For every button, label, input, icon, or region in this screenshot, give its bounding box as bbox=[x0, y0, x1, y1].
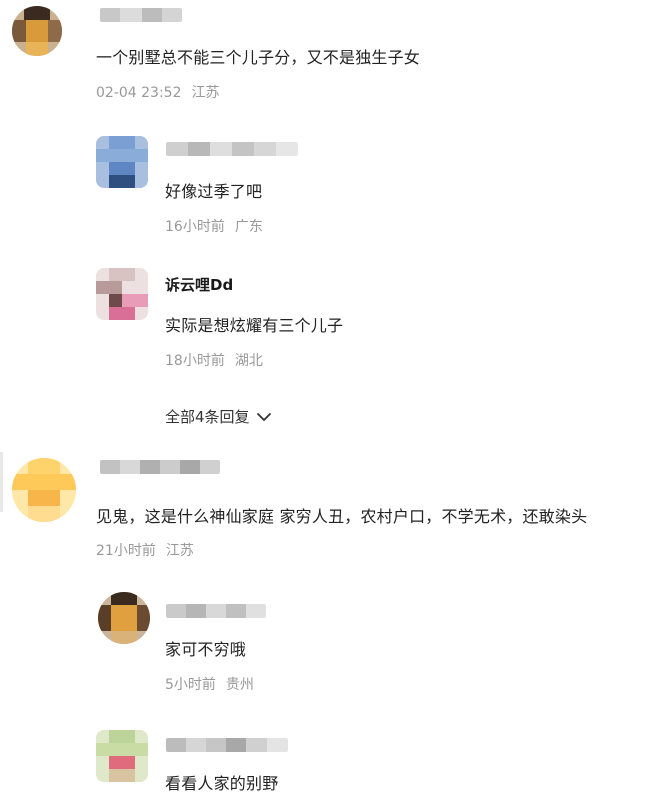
comment-meta: 21小时前 江苏 bbox=[96, 540, 194, 560]
reply-meta: 16小时前 广东 bbox=[165, 216, 263, 236]
reply-location: 贵州 bbox=[225, 677, 254, 693]
comment-text: 见鬼，这是什么神仙家庭 家穷人丑，农村户口，不学无术，还敢染头 bbox=[96, 507, 588, 526]
avatar[interactable] bbox=[96, 136, 148, 188]
avatar[interactable] bbox=[98, 592, 150, 644]
comment-time: 02-04 23:52 bbox=[96, 85, 182, 101]
comment-location: 江苏 bbox=[165, 543, 194, 559]
reply-text: 看看人家的别野 bbox=[165, 774, 279, 793]
username-blurred[interactable] bbox=[166, 142, 298, 156]
comment-location: 江苏 bbox=[191, 85, 220, 101]
expand-replies-label: 全部4条回复 bbox=[165, 408, 250, 426]
username-blurred[interactable] bbox=[100, 460, 220, 474]
reply-meta: 18小时前 湖北 bbox=[165, 350, 263, 370]
reply-time: 18小时前 bbox=[165, 353, 225, 369]
avatar[interactable] bbox=[12, 458, 76, 522]
left-divider bbox=[0, 452, 3, 512]
reply-meta: 5小时前 贵州 bbox=[165, 674, 254, 694]
expand-replies-button[interactable]: 全部4条回复 bbox=[165, 406, 272, 427]
reply-location: 湖北 bbox=[234, 353, 263, 369]
avatar[interactable] bbox=[96, 268, 148, 320]
chevron-down-icon bbox=[256, 409, 272, 425]
username-blurred[interactable] bbox=[100, 8, 182, 22]
reply-time: 16小时前 bbox=[165, 219, 225, 235]
reply-location: 广东 bbox=[234, 219, 263, 235]
reply-text: 家可不穷哦 bbox=[165, 640, 247, 659]
username-blurred[interactable] bbox=[166, 738, 288, 752]
reply-text: 实际是想炫耀有三个儿子 bbox=[165, 316, 344, 335]
reply-text: 好像过季了吧 bbox=[165, 182, 263, 201]
reply-username[interactable]: 诉云哩Dd bbox=[165, 274, 233, 295]
comment-meta: 02-04 23:52 江苏 bbox=[96, 82, 219, 102]
username-blurred[interactable] bbox=[166, 604, 266, 618]
avatar[interactable] bbox=[96, 730, 148, 782]
reply-time: 5小时前 bbox=[165, 677, 216, 693]
comment-time: 21小时前 bbox=[96, 543, 156, 559]
avatar[interactable] bbox=[12, 6, 62, 56]
comment-text: 一个别墅总不能三个儿子分，又不是独生子女 bbox=[96, 48, 421, 67]
